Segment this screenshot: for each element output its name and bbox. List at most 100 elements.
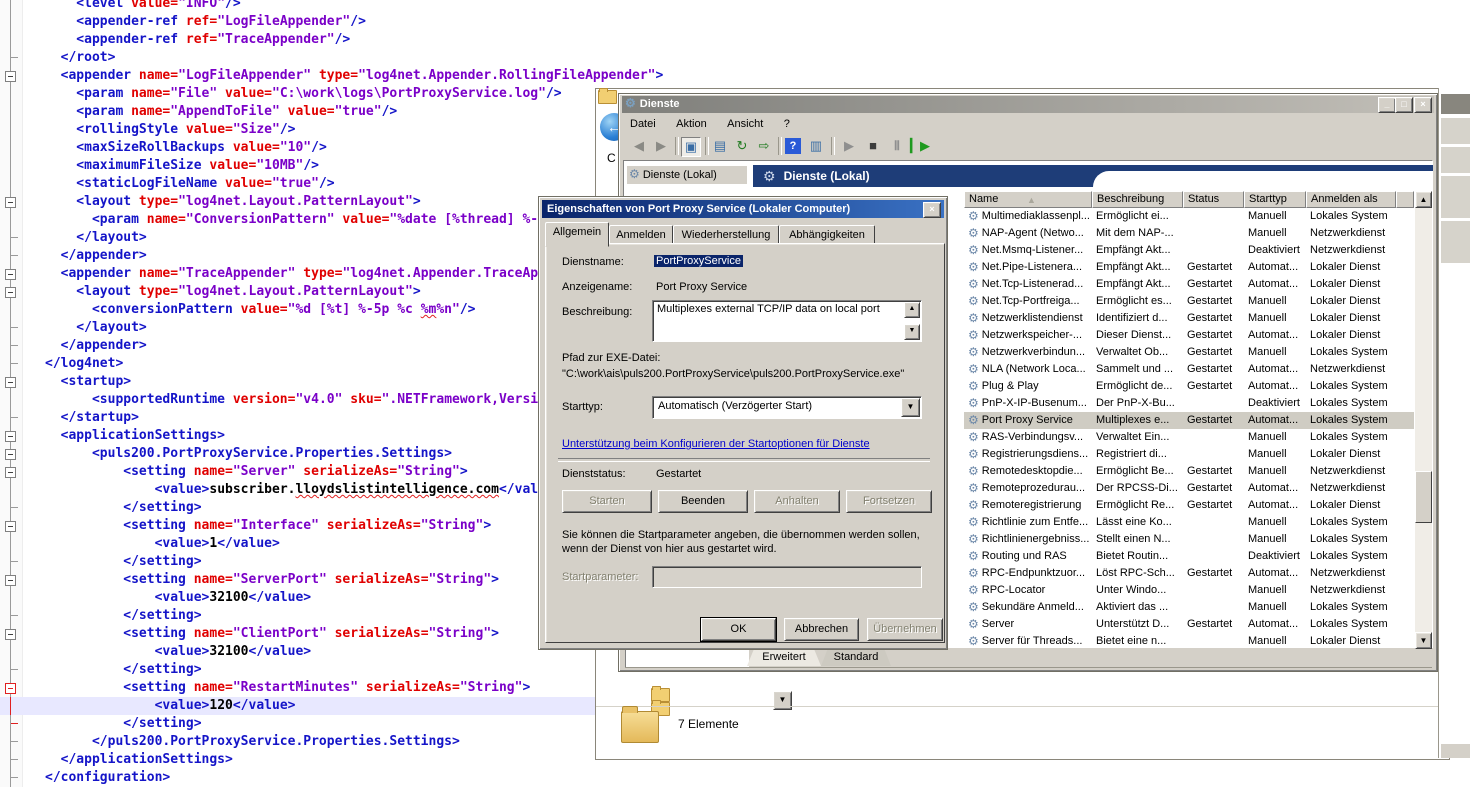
desc-scroll-up-button[interactable]: ▲: [904, 302, 920, 318]
fold-gutter[interactable]: [0, 373, 22, 391]
fold-box-icon[interactable]: [5, 377, 16, 388]
properties-dialog[interactable]: Eigenschaften von Port Proxy Service (Lo…: [538, 196, 948, 650]
ok-button[interactable]: OK: [701, 618, 776, 641]
fold-box-icon[interactable]: [5, 287, 16, 298]
refresh-icon[interactable]: ↻: [733, 137, 751, 155]
desc-scroll-down-button[interactable]: ▼: [904, 324, 920, 340]
table-row[interactable]: ⚙Net.Tcp-Listenerad...Empfängt Akt...Ges…: [964, 276, 1414, 293]
fold-gutter[interactable]: [0, 355, 22, 373]
fold-gutter[interactable]: [0, 463, 22, 481]
scroll-down-button[interactable]: ▼: [1415, 632, 1432, 649]
table-row[interactable]: ⚙Net.Tcp-Portfreiga...Ermöglicht es...Ge…: [964, 293, 1414, 310]
fold-gutter[interactable]: [0, 283, 22, 301]
fold-gutter[interactable]: [0, 697, 22, 715]
fold-box-icon[interactable]: [5, 467, 16, 478]
fold-gutter[interactable]: [0, 733, 22, 751]
fold-box-icon[interactable]: [5, 269, 16, 280]
fold-gutter[interactable]: [0, 409, 22, 427]
dialog-close-button[interactable]: ×: [923, 202, 941, 218]
fold-gutter[interactable]: [0, 67, 22, 85]
table-row[interactable]: ⚙NetzwerklistendienstIdentifiziert d...G…: [964, 310, 1414, 327]
fold-box-icon[interactable]: [5, 71, 16, 82]
fold-gutter[interactable]: [0, 643, 22, 661]
table-row[interactable]: ⚙Richtlinie zum Entfe...Lässt eine Ko...…: [964, 514, 1414, 531]
table-row[interactable]: ⚙Netzwerkverbindun...Verwaltet Ob...Gest…: [964, 344, 1414, 361]
fold-gutter[interactable]: [0, 661, 22, 679]
starten-button[interactable]: Starten: [562, 490, 652, 513]
fold-gutter[interactable]: [0, 0, 22, 13]
header-cell-status[interactable]: Status: [1183, 191, 1244, 208]
anhalten-button[interactable]: Anhalten: [754, 490, 840, 513]
table-row[interactable]: ⚙Port Proxy ServiceMultiplexes e...Gesta…: [964, 412, 1414, 429]
header-cell-starttyp[interactable]: Starttyp: [1244, 191, 1306, 208]
services-titlebar[interactable]: ⚙Dienste _ □ ×: [622, 96, 1434, 113]
table-row[interactable]: ⚙RPC-LocatorUnter Windo...ManuellNetzwer…: [964, 582, 1414, 599]
properties-icon[interactable]: ▤: [711, 137, 729, 155]
header-cell-beschreibung[interactable]: Beschreibung: [1092, 191, 1183, 208]
table-row[interactable]: ⚙RPC-Endpunktzuor...Löst RPC-Sch...Gesta…: [964, 565, 1414, 582]
dialog-titlebar[interactable]: Eigenschaften von Port Proxy Service (Lo…: [542, 200, 944, 218]
table-row[interactable]: ⚙ServerUnterstützt D...GestartetAutomat.…: [964, 616, 1414, 633]
table-row[interactable]: ⚙RAS-Verbindungsv...Verwaltet Ein...Manu…: [964, 429, 1414, 446]
table-row[interactable]: ⚙RemoteregistrierungErmöglicht Re...Gest…: [964, 497, 1414, 514]
table-row[interactable]: ⚙Registrierungsdiens...Registriert di...…: [964, 446, 1414, 463]
fold-gutter[interactable]: [0, 265, 22, 283]
stop-service-icon[interactable]: ■: [864, 137, 882, 155]
menu-item-datei[interactable]: Datei: [622, 115, 664, 130]
fold-box-icon[interactable]: [5, 683, 16, 694]
fold-gutter[interactable]: [0, 553, 22, 571]
fold-gutter[interactable]: [0, 139, 22, 157]
pause-service-icon[interactable]: Ⅱ: [888, 137, 906, 155]
scroll-thumb[interactable]: [1415, 471, 1432, 523]
tab-erweitert[interactable]: Erweitert: [747, 648, 821, 666]
fold-gutter[interactable]: [0, 49, 22, 67]
fold-gutter[interactable]: [0, 607, 22, 625]
header-cell-name[interactable]: Name▲: [964, 191, 1092, 208]
fold-gutter[interactable]: [0, 589, 22, 607]
fold-gutter[interactable]: [0, 229, 22, 247]
tab-allgemein[interactable]: Allgemein: [545, 222, 609, 247]
fold-gutter[interactable]: [0, 211, 22, 229]
vertical-scrollbar[interactable]: ▲ ▼: [1415, 191, 1432, 649]
forward-icon[interactable]: ▶: [652, 137, 670, 155]
table-row[interactable]: ⚙NLA (Network Loca...Sammelt und ...Gest…: [964, 361, 1414, 378]
starttyp-combobox[interactable]: Automatisch (Verzögerter Start) ▼: [652, 396, 922, 419]
fold-box-icon[interactable]: [5, 449, 16, 460]
dienstname-value[interactable]: PortProxyService: [654, 255, 743, 267]
table-row[interactable]: ⚙Sekundäre Anmeld...Aktiviert das ...Man…: [964, 599, 1414, 616]
menu-item-hilfe[interactable]: ?: [776, 115, 798, 130]
fold-gutter[interactable]: [0, 427, 22, 445]
table-row[interactable]: ⚙Routing und RASBietet Routin...Deaktivi…: [964, 548, 1414, 565]
maximize-button[interactable]: □: [1395, 97, 1413, 113]
fold-gutter[interactable]: [0, 715, 22, 733]
table-row[interactable]: ⚙Net.Pipe-Listenera...Empfängt Akt...Ges…: [964, 259, 1414, 276]
menu-item-ansicht[interactable]: Ansicht: [719, 115, 771, 130]
fortsetzen-button[interactable]: Fortsetzen: [846, 490, 932, 513]
fold-gutter[interactable]: [0, 103, 22, 121]
restart-service-icon[interactable]: ▎▶: [910, 137, 928, 155]
fold-box-icon[interactable]: [5, 575, 16, 586]
fold-gutter[interactable]: [0, 175, 22, 193]
dropdown-button[interactable]: ▼: [773, 691, 792, 710]
table-row[interactable]: ⚙Net.Msmq-Listener...Empfängt Akt...Deak…: [964, 242, 1414, 259]
apply-button[interactable]: Übernehmen: [867, 618, 943, 641]
table-row[interactable]: ⚙NAP-Agent (Netwo...Mit dem NAP-...Manue…: [964, 225, 1414, 242]
cancel-button[interactable]: Abbrechen: [784, 618, 859, 641]
minimize-button[interactable]: _: [1378, 97, 1396, 113]
help-icon[interactable]: ?: [785, 138, 801, 154]
table-row[interactable]: ⚙PnP-X-IP-Busenum...Der PnP-X-Bu...Deakt…: [964, 395, 1414, 412]
tree-item-dienste-lokal[interactable]: ⚙ Dienste (Lokal): [627, 166, 747, 184]
close-button[interactable]: ×: [1414, 97, 1432, 113]
fold-box-icon[interactable]: [5, 521, 16, 532]
fold-gutter[interactable]: [0, 625, 22, 643]
fold-gutter[interactable]: [0, 769, 22, 787]
fold-box-icon[interactable]: [5, 629, 16, 640]
fold-gutter[interactable]: [0, 535, 22, 553]
scroll-up-button[interactable]: ▲: [1415, 191, 1432, 208]
header-cell-anmelden[interactable]: Anmelden als: [1306, 191, 1396, 208]
fold-gutter[interactable]: [0, 247, 22, 265]
show-console-tree-icon[interactable]: ▣: [681, 137, 701, 157]
fold-gutter[interactable]: [0, 391, 22, 409]
fold-box-icon[interactable]: [5, 431, 16, 442]
export-list-icon[interactable]: ⇨: [755, 137, 773, 155]
